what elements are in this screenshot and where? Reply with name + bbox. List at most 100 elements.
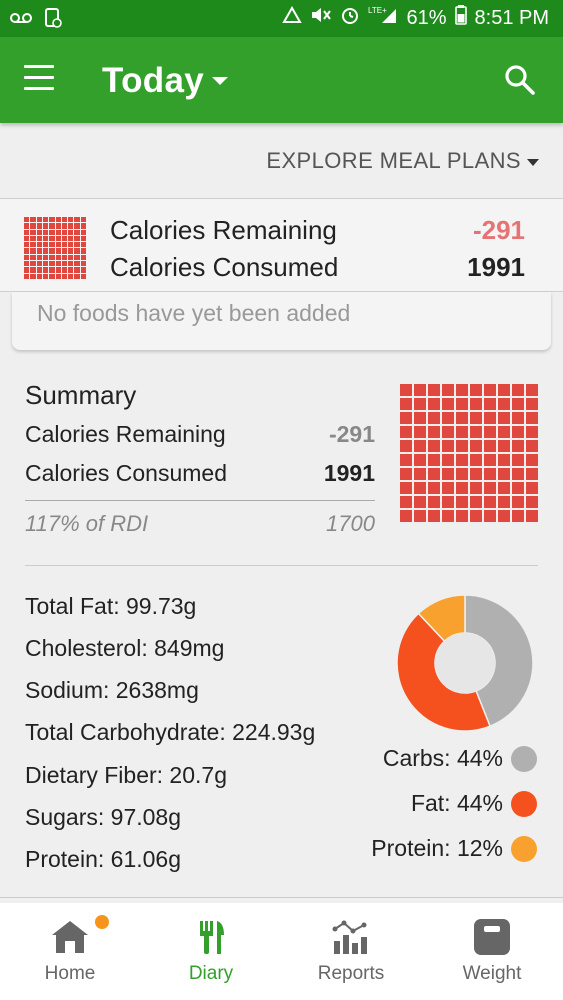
grid-cell — [68, 248, 74, 254]
grid-cell — [30, 267, 36, 273]
grid-cell — [55, 248, 61, 254]
grid-cell — [400, 426, 412, 438]
grid-cell — [484, 482, 496, 494]
grid-cell — [42, 273, 49, 279]
grid-cell — [30, 242, 36, 248]
grid-cell — [442, 454, 454, 466]
grid-cell — [36, 242, 42, 248]
grid-cell — [442, 440, 454, 452]
grid-cell — [442, 468, 454, 480]
grid-cell — [456, 398, 468, 410]
grid-cell — [470, 454, 482, 466]
grid-cell — [49, 254, 55, 261]
legend-protein-label: Protein: 12% — [371, 835, 503, 861]
grid-cell — [55, 217, 61, 223]
nav-home[interactable]: Home — [0, 903, 140, 1000]
grid-cell — [42, 229, 49, 235]
chevron-down-icon[interactable] — [212, 77, 228, 85]
grid-cell — [484, 398, 496, 410]
date-selector[interactable]: Today — [102, 61, 204, 101]
explore-label: EXPLORE MEAL PLANS — [266, 148, 521, 173]
summary-title: Summary — [25, 380, 137, 410]
grid-cell — [68, 235, 74, 242]
grid-cell — [80, 248, 86, 254]
grid-cell — [30, 273, 36, 279]
menu-icon[interactable] — [24, 65, 56, 95]
grid-cell — [414, 412, 426, 424]
search-icon[interactable] — [504, 64, 536, 96]
carbs-swatch — [511, 745, 537, 772]
grid-cell — [55, 242, 61, 248]
grid-cell — [470, 384, 482, 396]
battery-icon — [454, 5, 467, 31]
grid-cell — [456, 510, 468, 522]
grid-cell — [484, 426, 496, 438]
grid-cell — [68, 261, 74, 267]
grid-cell — [74, 273, 80, 279]
grid-cell — [428, 482, 440, 494]
grid-cell — [512, 510, 524, 522]
grid-cell — [74, 229, 80, 235]
explore-meal-plans-button[interactable]: EXPLORE MEAL PLANS — [266, 148, 539, 174]
grid-cell — [24, 242, 30, 248]
grid-cell — [80, 217, 86, 223]
grid-cell — [49, 223, 55, 229]
grid-cell — [526, 412, 538, 424]
grid-cell — [400, 440, 412, 452]
grid-cell — [55, 235, 61, 242]
grid-cell — [414, 482, 426, 494]
grid-cell — [30, 254, 36, 261]
grid-cell — [49, 229, 55, 235]
nav-diary[interactable]: Diary — [141, 903, 281, 1000]
nav-home-label: Home — [44, 963, 96, 984]
legend-fat: Fat: 44% — [411, 790, 537, 817]
grid-cell — [456, 496, 468, 508]
grid-cell — [24, 273, 30, 279]
grid-cell — [61, 254, 68, 261]
grid-cell — [484, 384, 496, 396]
grid-cell — [428, 440, 440, 452]
nav-diary-label: Diary — [188, 963, 234, 984]
grid-cell — [414, 384, 426, 396]
sim-icon — [44, 7, 62, 34]
grid-cell — [456, 454, 468, 466]
grid-cell — [42, 261, 49, 267]
grid-cell — [456, 482, 468, 494]
grid-cell — [442, 496, 454, 508]
nav-weight[interactable]: Weight — [422, 903, 562, 1000]
grid-cell — [55, 261, 61, 267]
grid-cell — [74, 242, 80, 248]
summary-divider — [25, 500, 375, 501]
legend-carbs-label: Carbs: 44% — [382, 745, 503, 771]
nav-reports[interactable]: Reports — [281, 903, 421, 1000]
grid-cell — [74, 217, 80, 223]
chevron-down-icon — [527, 158, 539, 166]
grid-cell — [74, 223, 80, 229]
grid-cell — [526, 398, 538, 410]
grid-cell — [512, 398, 524, 410]
grid-cell — [484, 440, 496, 452]
grid-cell — [24, 223, 30, 229]
grid-cell — [526, 440, 538, 452]
nutrient-protein: Protein: 61.06g — [25, 846, 182, 872]
grid-cell — [428, 496, 440, 508]
grid-cell — [49, 267, 55, 273]
grid-cell — [442, 412, 454, 424]
rdi-label: 117% of RDI — [25, 511, 149, 536]
fat-swatch — [511, 790, 537, 817]
legend-protein: Protein: 12% — [371, 835, 537, 862]
nav-reports-label: Reports — [317, 963, 385, 984]
grid-cell — [24, 235, 30, 242]
calorie-card[interactable]: Calories Remaining -291 Calories Consume… — [0, 198, 563, 292]
grid-cell — [30, 235, 36, 242]
grid-cell — [80, 267, 86, 273]
nutrient-cholesterol: Cholesterol: 849mg — [25, 635, 225, 661]
grid-cell — [74, 254, 80, 261]
voicemail-icon — [10, 11, 32, 30]
grid-cell — [512, 482, 524, 494]
grid-cell — [55, 229, 61, 235]
grid-cell — [498, 412, 510, 424]
grid-cell — [61, 242, 68, 248]
diary-screen: LTE+ 61% 8:51 PM Today EXPLORE MEAL PLAN… — [0, 0, 563, 1000]
status-right-icons: LTE+ 61% 8:51 PM — [282, 5, 549, 31]
